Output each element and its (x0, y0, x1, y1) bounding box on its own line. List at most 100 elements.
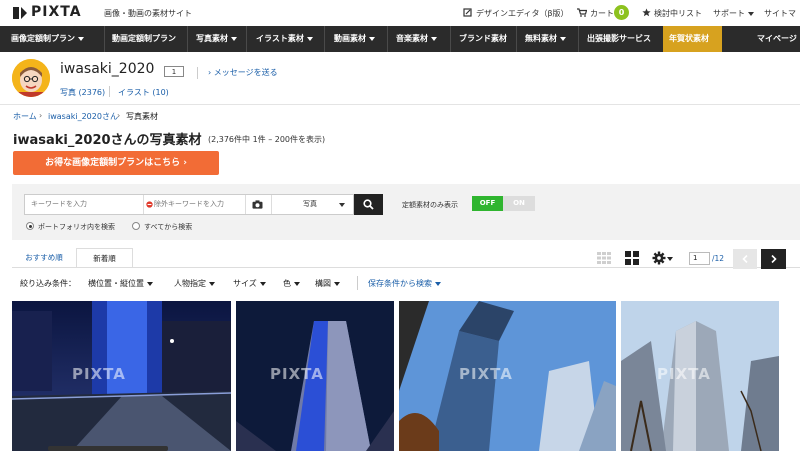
top-header: PIXTA 画像・動画の素材サイト デザインエディタ（β版） カート 0 検討中… (0, 0, 800, 26)
divider (197, 67, 198, 79)
filter-color-label: 色 (283, 279, 291, 288)
chevron-right-icon: › (117, 111, 121, 120)
brand-logo[interactable]: PIXTA (31, 4, 82, 20)
divider (109, 86, 110, 97)
chevron-down-icon (369, 36, 375, 41)
media-type-select[interactable]: 写真 (275, 195, 351, 214)
tab-underline (12, 267, 800, 268)
saved-search-label: 保存条件から検索 (368, 279, 432, 288)
nav-divider (450, 26, 451, 52)
level-badge: 1 (164, 66, 184, 77)
chevron-down-icon (78, 36, 84, 41)
nav-item-photoshoot[interactable]: 出張撮影サービス (587, 26, 651, 52)
grid-large-icon[interactable] (625, 251, 639, 265)
avatar[interactable] (12, 59, 50, 97)
grid-small-icon[interactable] (597, 252, 611, 264)
keyword-input[interactable] (31, 195, 139, 214)
page-total: /12 (712, 254, 725, 263)
photo-thumbnail[interactable]: PIXTA (12, 301, 231, 451)
page-title: iwasaki_2020さんの写真素材 (13, 133, 202, 148)
nav-item-videos[interactable]: 動画素材 (334, 26, 375, 52)
camera-icon[interactable] (252, 200, 263, 209)
send-message-link[interactable]: › メッセージを送る (208, 67, 278, 78)
flat-rate-toggle-on[interactable]: ON (503, 196, 535, 211)
watermark: PIXTA (459, 365, 513, 383)
search-button[interactable] (354, 194, 383, 215)
divider (143, 195, 144, 214)
nav-item-mypage[interactable]: マイページ (757, 26, 797, 52)
nav-divider (387, 26, 388, 52)
main-nav: 画像定額制プラン 動画定額制プラン 写真素材 イラスト素材 動画素材 音楽素材 … (0, 26, 800, 52)
photo-thumbnail[interactable]: PIXTA (236, 301, 394, 451)
filter-orientation[interactable]: 横位置・縦位置 (88, 278, 153, 289)
tab-recommended[interactable]: おすすめ順 (12, 248, 76, 268)
search-icon (363, 199, 374, 210)
nav-item-video-plan[interactable]: 動画定額制プラン (112, 26, 176, 52)
nav-item-free[interactable]: 無料素材 (525, 26, 566, 52)
filter-people[interactable]: 人物指定 (174, 278, 215, 289)
cart-link[interactable]: カート (590, 8, 614, 19)
photo-count-link[interactable]: 写真 (2376) (60, 87, 105, 98)
photo-thumbnail[interactable]: PIXTA (621, 301, 779, 451)
nav-label: 画像定額制プラン (11, 34, 75, 43)
nav-item-illustrations[interactable]: イラスト素材 (256, 26, 313, 52)
filter-color[interactable]: 色 (283, 278, 300, 289)
chevron-down-icon[interactable] (667, 257, 673, 261)
chevron-right-icon: › (39, 111, 43, 120)
flat-rate-toggle-off[interactable]: OFF (472, 196, 503, 211)
star-icon (642, 8, 651, 17)
tab-newest[interactable]: 新着順 (76, 248, 133, 268)
breadcrumb-current: 写真素材 (126, 112, 158, 121)
photo-thumbnail[interactable]: PIXTA (399, 301, 616, 451)
filter-size-label: サイズ (233, 279, 257, 288)
nav-item-brand[interactable]: ブランド素材 (459, 26, 507, 52)
cart-count-badge: 0 (614, 5, 629, 20)
nav-item-music[interactable]: 音楽素材 (396, 26, 437, 52)
chevron-down-icon (435, 281, 441, 286)
gear-icon[interactable] (652, 251, 666, 265)
chevron-down-icon (294, 281, 300, 286)
result-count: (2,376件中 1件 – 200件を表示) (208, 135, 326, 144)
chevron-down-icon (334, 281, 340, 286)
promo-button[interactable]: お得な画像定額制プランはこちら › (13, 151, 219, 175)
nav-label: 動画素材 (334, 34, 366, 43)
chevron-down-icon (209, 281, 215, 286)
nav-item-newyear[interactable]: 年賀状素材 (669, 26, 709, 52)
filter-composition[interactable]: 構図 (315, 278, 340, 289)
radio-portfolio[interactable] (26, 222, 34, 230)
horizontal-scrollbar[interactable] (48, 446, 168, 451)
nav-divider (187, 26, 188, 52)
breadcrumb-user[interactable]: iwasaki_2020さん (48, 111, 118, 122)
nav-divider (578, 26, 579, 52)
next-page-button[interactable] (761, 249, 786, 269)
nav-label: 年賀状素材 (669, 34, 709, 43)
divider (245, 195, 246, 214)
page-number-input[interactable]: 1 (689, 252, 710, 265)
prev-page-button[interactable] (733, 249, 757, 269)
profile-name: iwasaki_2020 (60, 61, 155, 77)
nav-label: イラスト素材 (256, 34, 304, 43)
breadcrumb-home[interactable]: ホーム (13, 111, 37, 122)
design-editor-link[interactable]: デザインエディタ（β版） (476, 8, 569, 19)
nav-item-image-plan[interactable]: 画像定額制プラン (11, 26, 84, 52)
search-box: 写真 (24, 194, 354, 215)
watermark: PIXTA (72, 365, 126, 383)
nav-divider (324, 26, 325, 52)
avatar-illustration (12, 59, 50, 97)
filter-label: 絞り込み条件： (20, 279, 76, 288)
filter-composition-label: 構図 (315, 279, 331, 288)
watermark: PIXTA (657, 365, 711, 383)
illust-count-link[interactable]: イラスト (10) (118, 87, 169, 98)
saved-search-link[interactable]: 保存条件から検索 (368, 278, 441, 289)
chevron-down-icon (748, 11, 754, 16)
radio-all[interactable] (132, 222, 140, 230)
pixta-logo-icon[interactable] (12, 6, 28, 20)
nav-item-photos[interactable]: 写真素材 (196, 26, 237, 52)
tagline: 画像・動画の素材サイト (104, 9, 192, 18)
chevron-right-icon (771, 255, 777, 263)
sitemap-link[interactable]: サイトマ (764, 8, 796, 19)
exclude-keyword-input[interactable] (154, 195, 246, 214)
wishlist-link[interactable]: 検討中リスト (654, 8, 702, 19)
support-menu[interactable]: サポート (713, 8, 754, 19)
filter-size[interactable]: サイズ (233, 278, 266, 289)
